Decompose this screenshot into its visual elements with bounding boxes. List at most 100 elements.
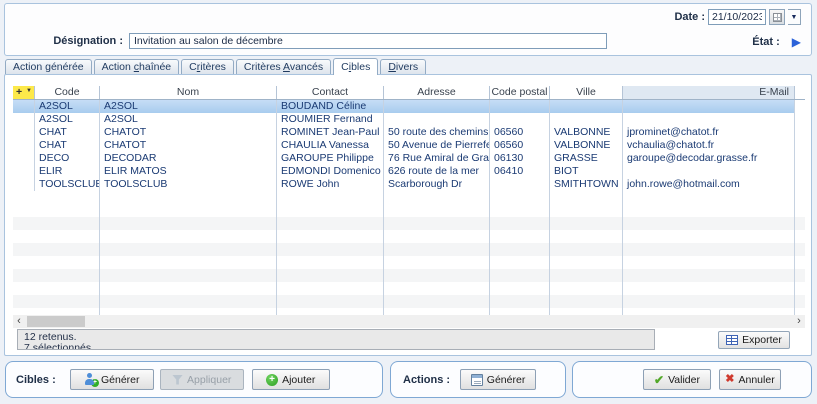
tab-action-chainee[interactable]: Action chaînée bbox=[94, 59, 179, 74]
cell-icon bbox=[13, 230, 35, 243]
table-row[interactable]: TOOLSCLUBTOOLSCLUBROWE John Scarborough … bbox=[13, 178, 805, 191]
cell-nom bbox=[100, 295, 277, 308]
table-row-empty bbox=[13, 269, 805, 282]
cell-adresse bbox=[384, 204, 490, 217]
cibles-apply-label: Appliquer bbox=[187, 374, 231, 386]
column-header-ville[interactable]: Ville bbox=[550, 86, 623, 99]
cell-nom bbox=[100, 243, 277, 256]
column-header-email[interactable]: E-Mail bbox=[623, 86, 795, 99]
cell-cp bbox=[490, 191, 550, 204]
cell-ville: VALBONNE bbox=[550, 139, 623, 152]
cell-code bbox=[35, 295, 100, 308]
cell-filler bbox=[795, 165, 805, 178]
cell-cp bbox=[490, 295, 550, 308]
table-row-empty bbox=[13, 204, 805, 217]
calendar-action-icon bbox=[471, 374, 483, 386]
cell-icon bbox=[13, 282, 35, 295]
cell-email: vchaulia@chatot.fr bbox=[623, 139, 795, 152]
cell-icon bbox=[13, 113, 35, 126]
column-header-cp[interactable]: Code postal bbox=[490, 86, 550, 99]
cell-icon bbox=[13, 152, 35, 165]
table-row[interactable]: CHATCHATOTROMINET Jean-Paul50 route des … bbox=[13, 126, 805, 139]
cell-ville bbox=[550, 204, 623, 217]
cell-contact bbox=[277, 282, 384, 295]
export-button[interactable]: Exporter bbox=[718, 331, 790, 349]
scroll-left-icon[interactable]: ‹ bbox=[13, 315, 25, 328]
cell-cp bbox=[490, 204, 550, 217]
cell-adresse bbox=[384, 269, 490, 282]
actions-generate-button[interactable]: Générer bbox=[460, 369, 536, 390]
column-header-adresse[interactable]: Adresse bbox=[384, 86, 490, 99]
cell-nom bbox=[100, 269, 277, 282]
column-header-code[interactable]: Code bbox=[35, 86, 100, 99]
cell-email bbox=[623, 217, 795, 230]
tab-criteres[interactable]: Critères bbox=[181, 59, 234, 74]
cell-cp: 06130 bbox=[490, 152, 550, 165]
actions-generate-label: Générer bbox=[487, 374, 526, 386]
cell-icon bbox=[13, 191, 35, 204]
tab-divers[interactable]: Divers bbox=[380, 59, 426, 74]
cell-ville bbox=[550, 295, 623, 308]
cell-ville bbox=[550, 282, 623, 295]
cell-filler bbox=[795, 243, 805, 256]
cell-filler bbox=[795, 152, 805, 165]
cell-code bbox=[35, 204, 100, 217]
column-header-nom[interactable]: Nom bbox=[100, 86, 277, 99]
selection-status-box: 12 retenus. 7 sélectionnés bbox=[17, 329, 655, 350]
table-row[interactable]: CHATCHATOTCHAULIA Vanessa50 Avenue de Pi… bbox=[13, 139, 805, 152]
cell-nom bbox=[100, 256, 277, 269]
cell-code bbox=[35, 230, 100, 243]
state-field-group: État : ▶ bbox=[752, 36, 801, 48]
column-header-filler bbox=[795, 86, 805, 99]
designation-input[interactable] bbox=[129, 33, 607, 49]
cell-cp: 06560 bbox=[490, 126, 550, 139]
cibles-add-button[interactable]: + Ajouter bbox=[252, 369, 330, 390]
cell-ville bbox=[550, 243, 623, 256]
table-row[interactable]: A2SOLA2SOLROUMIER Fernand bbox=[13, 113, 805, 126]
scrollbar-thumb[interactable] bbox=[27, 316, 85, 327]
cibles-generate-button[interactable]: + Générer bbox=[70, 369, 154, 390]
cell-email bbox=[623, 100, 795, 113]
table-row-empty bbox=[13, 217, 805, 230]
calendar-picker-button[interactable] bbox=[769, 9, 785, 25]
tab-action-generee[interactable]: Action générée bbox=[5, 59, 92, 74]
cibles-group-label: Cibles : bbox=[16, 374, 56, 386]
export-table-icon bbox=[726, 335, 738, 345]
tab-bar: Action généréeAction chaînéeCritèresCrit… bbox=[5, 59, 426, 75]
export-button-label: Exporter bbox=[742, 334, 782, 346]
cell-ville bbox=[550, 191, 623, 204]
cell-filler bbox=[795, 230, 805, 243]
table-row[interactable]: A2SOLA2SOLBOUDAND Céline bbox=[13, 100, 805, 113]
cancel-label: Annuler bbox=[739, 374, 775, 386]
cell-email: john.rowe@hotmail.com bbox=[623, 178, 795, 191]
cell-cp: 06410 bbox=[490, 165, 550, 178]
tab-cibles[interactable]: Cibles bbox=[333, 58, 378, 75]
cell-cp bbox=[490, 113, 550, 126]
cell-contact: EDMONDI Domenico bbox=[277, 165, 384, 178]
table-row[interactable]: DECODECODARGAROUPE Philippe76 Rue Amiral… bbox=[13, 152, 805, 165]
date-dropdown-arrow-icon[interactable]: ▼ bbox=[788, 9, 801, 25]
date-label: Date : bbox=[674, 11, 705, 23]
cibles-apply-button[interactable]: Appliquer bbox=[160, 369, 244, 390]
validate-button[interactable]: ✔ Valider bbox=[643, 369, 711, 390]
table-row[interactable]: ELIRELIR MATOSEDMONDI Domenico626 route … bbox=[13, 165, 805, 178]
scroll-right-icon[interactable]: › bbox=[793, 315, 805, 328]
cell-adresse bbox=[384, 230, 490, 243]
tab-criteres-avances[interactable]: Critères Avancés bbox=[236, 59, 331, 74]
cross-icon: ✖ bbox=[725, 374, 734, 385]
cell-ville bbox=[550, 100, 623, 113]
column-header-contact[interactable]: Contact bbox=[277, 86, 384, 99]
cell-ville bbox=[550, 269, 623, 282]
check-icon: ✔ bbox=[654, 374, 664, 386]
add-column-icon[interactable]: +▼ bbox=[13, 86, 35, 99]
date-input[interactable] bbox=[708, 9, 766, 25]
cell-ville bbox=[550, 256, 623, 269]
horizontal-scrollbar[interactable]: ‹ › bbox=[13, 315, 805, 328]
cell-contact: ROWE John bbox=[277, 178, 384, 191]
cell-email: garoupe@decodar.grasse.fr bbox=[623, 152, 795, 165]
state-arrow-icon[interactable]: ▶ bbox=[792, 36, 801, 48]
cell-cp: 06560 bbox=[490, 139, 550, 152]
cancel-button[interactable]: ✖ Annuler bbox=[719, 369, 781, 390]
cell-adresse: 50 Avenue de Pierrefeu bbox=[384, 139, 490, 152]
cell-nom bbox=[100, 282, 277, 295]
